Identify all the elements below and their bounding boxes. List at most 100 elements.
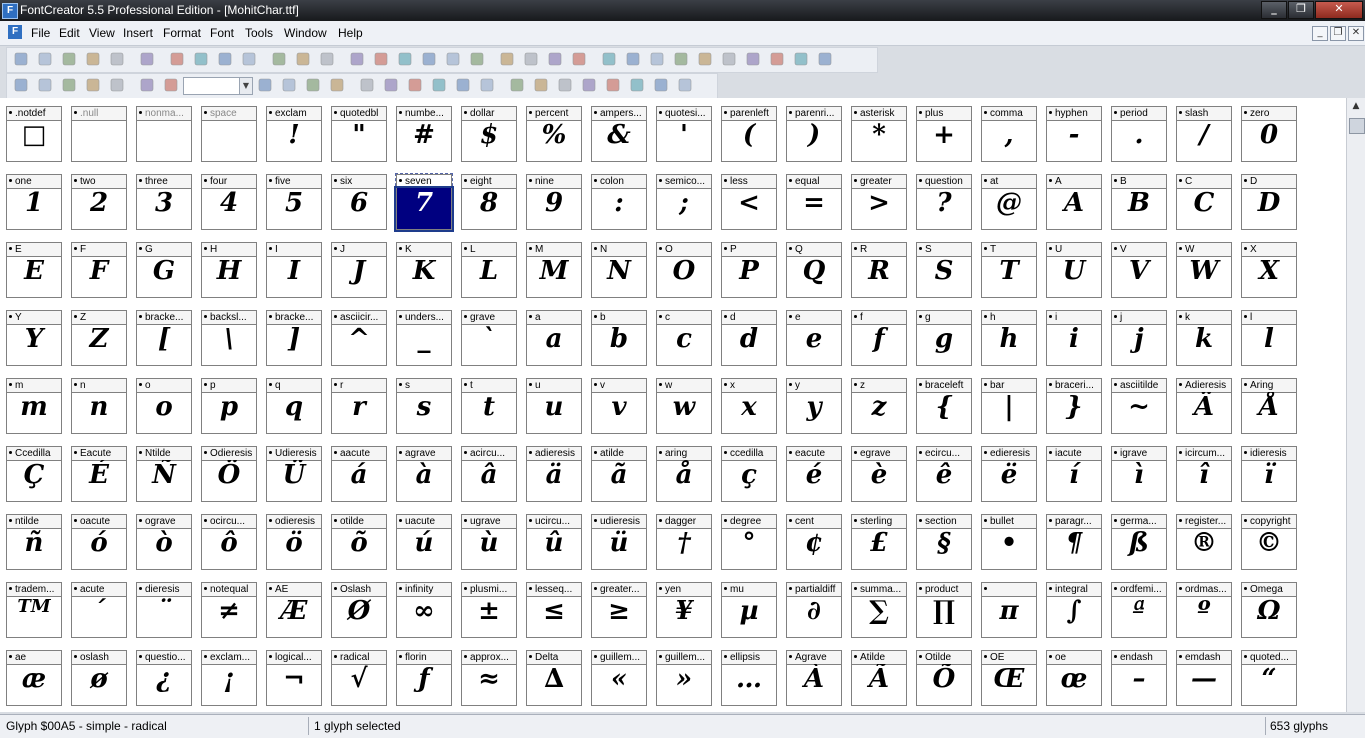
glyph-preview[interactable]: J xyxy=(331,256,387,298)
glyph-cell[interactable]: bar | xyxy=(981,378,1037,435)
glyph-cell[interactable]: braceleft{ xyxy=(916,378,972,435)
glyph-preview[interactable]: û xyxy=(526,528,582,570)
new-icon[interactable] xyxy=(13,51,29,67)
glyph-preview[interactable]: 5 xyxy=(266,188,322,230)
glyph-cell[interactable]: ucircu... û xyxy=(526,514,582,571)
glyph-cell[interactable]: hh xyxy=(981,310,1037,367)
mdi-close-icon[interactable]: ✕ xyxy=(1348,26,1364,41)
glyph-cell[interactable]: at @ xyxy=(981,174,1037,231)
glyph-cell[interactable]: acute ´ xyxy=(71,582,127,639)
save-all-icon[interactable] xyxy=(85,51,101,67)
vertical-scrollbar[interactable]: ▲ xyxy=(1346,98,1365,712)
menu-font[interactable]: Font xyxy=(210,26,234,40)
glyph-preview[interactable]: ¨ xyxy=(136,596,192,638)
glyph-cell[interactable]: zz xyxy=(851,378,907,435)
menu-format[interactable]: Format xyxy=(163,26,201,40)
glyph-preview[interactable]: 8 xyxy=(461,188,517,230)
glyph-preview[interactable]: s xyxy=(396,392,452,434)
glyph-cell[interactable]: iacute í xyxy=(1046,446,1102,503)
glyph-preview[interactable]: ° xyxy=(721,528,777,570)
glyph-preview[interactable]: k xyxy=(1176,324,1232,366)
glyph-preview[interactable]: ] xyxy=(266,324,322,366)
glyph-preview[interactable]: 2 xyxy=(71,188,127,230)
glyph-cell[interactable]: ntilde ñ xyxy=(6,514,62,571)
hint-icon[interactable] xyxy=(653,77,669,93)
glyph-preview[interactable]: ` xyxy=(461,324,517,366)
glyph-cell[interactable]: ordmas... º xyxy=(1176,582,1232,639)
glyph-cell[interactable]: germa... ß xyxy=(1111,514,1167,571)
glyph-preview[interactable]: - xyxy=(1046,120,1102,162)
restore-icon[interactable]: ❐ xyxy=(1288,1,1314,19)
glyph-preview[interactable]: Q xyxy=(786,256,842,298)
save-icon[interactable] xyxy=(61,51,77,67)
glyph-cell[interactable]: ccedilla ç xyxy=(721,446,777,503)
test-font-icon[interactable] xyxy=(499,51,515,67)
glyph-preview[interactable]: T xyxy=(981,256,1037,298)
glyph-preview[interactable]: & xyxy=(591,120,647,162)
glyph-preview[interactable]: § xyxy=(916,528,972,570)
glyph-cell[interactable]: summa... ∑ xyxy=(851,582,907,639)
glyph-cell[interactable]: two 2 xyxy=(71,174,127,231)
glyph-cell[interactable]: RR xyxy=(851,242,907,299)
glyph-cell[interactable]: mu µ xyxy=(721,582,777,639)
glyph-preview[interactable]: ê xyxy=(916,460,972,502)
table-icon[interactable] xyxy=(533,77,549,93)
glyph-preview[interactable]: % xyxy=(526,120,582,162)
glyph-preview[interactable]: y xyxy=(786,392,842,434)
next-icon[interactable] xyxy=(479,77,495,93)
glyph-preview[interactable]: l xyxy=(1241,324,1297,366)
glyph-preview[interactable]: ! xyxy=(266,120,322,162)
glyph-preview[interactable]: õ xyxy=(331,528,387,570)
glyph-preview[interactable]: Ö xyxy=(201,460,257,502)
glyph-cell[interactable]: ff xyxy=(851,310,907,367)
glyph-preview[interactable]: ó xyxy=(71,528,127,570)
glyph-cell[interactable]: Delta ∆ xyxy=(526,650,582,707)
glyph-preview[interactable]: 3 xyxy=(136,188,192,230)
glyph-cell[interactable]: Odieresis Ö xyxy=(201,446,257,503)
lasso-icon[interactable] xyxy=(37,77,53,93)
glyph-cell[interactable]: ii xyxy=(1046,310,1102,367)
glyph-cell[interactable]: nonma... xyxy=(136,106,192,163)
glyph-preview[interactable]: X xyxy=(1241,256,1297,298)
glyph-cell[interactable]: acircu... â xyxy=(461,446,517,503)
cut-icon[interactable] xyxy=(193,51,209,67)
glyph-cell[interactable]: emdash — xyxy=(1176,650,1232,707)
glyph-cell[interactable]: TT xyxy=(981,242,1037,299)
glyph-preview[interactable]: å xyxy=(656,460,712,502)
glyph-cell[interactable]: space xyxy=(201,106,257,163)
glyph-cell[interactable]: kk xyxy=(1176,310,1232,367)
glyph-cell[interactable]: LL xyxy=(461,242,517,299)
glyph-preview[interactable]: ¡ xyxy=(201,664,257,706)
glyph-cell[interactable]: ss xyxy=(396,378,452,435)
glyph-preview[interactable]: TM xyxy=(6,596,62,638)
glyph-cell[interactable]: Ccedilla Ç xyxy=(6,446,62,503)
rectangle-icon[interactable] xyxy=(407,77,423,93)
glyph-preview[interactable]: Ã xyxy=(851,664,907,706)
glyph-preview[interactable]: 6 xyxy=(331,188,387,230)
zoom-out-icon[interactable] xyxy=(163,77,179,93)
properties-icon[interactable] xyxy=(625,51,641,67)
glyph-cell[interactable]: ellipsis… xyxy=(721,650,777,707)
glyph-cell[interactable]: VV xyxy=(1111,242,1167,299)
glyph-cell[interactable]: QQ xyxy=(786,242,842,299)
glyph-cell[interactable]: edieresis ë xyxy=(981,446,1037,503)
glyph-preview[interactable]: > xyxy=(851,188,907,230)
glyph-cell[interactable]: greater... ≥ xyxy=(591,582,647,639)
grid-icon[interactable] xyxy=(257,77,273,93)
glyph-cell[interactable]: ZZ xyxy=(71,310,127,367)
glyph-cell[interactable]: odieresis ö xyxy=(266,514,322,571)
glyph-cell[interactable]: five 5 xyxy=(266,174,322,231)
glyph-preview[interactable]: » xyxy=(656,664,712,706)
glyph-cell[interactable]: dieresis ¨ xyxy=(136,582,192,639)
glyph-preview[interactable]: Œ xyxy=(981,664,1037,706)
glyph-preview[interactable]: d xyxy=(721,324,777,366)
menu-edit[interactable]: Edit xyxy=(59,26,80,40)
mdi-restore-icon[interactable]: ❐ xyxy=(1330,26,1346,41)
glyph-cell[interactable]: SS xyxy=(916,242,972,299)
glyph-preview[interactable]: ∞ xyxy=(396,596,452,638)
glyph-cell[interactable]: slash / xyxy=(1176,106,1232,163)
glyph-cell[interactable]: three 3 xyxy=(136,174,192,231)
glyph-cell[interactable]: bullet • xyxy=(981,514,1037,571)
glyph-preview[interactable]: N xyxy=(591,256,647,298)
copy-icon[interactable] xyxy=(217,51,233,67)
